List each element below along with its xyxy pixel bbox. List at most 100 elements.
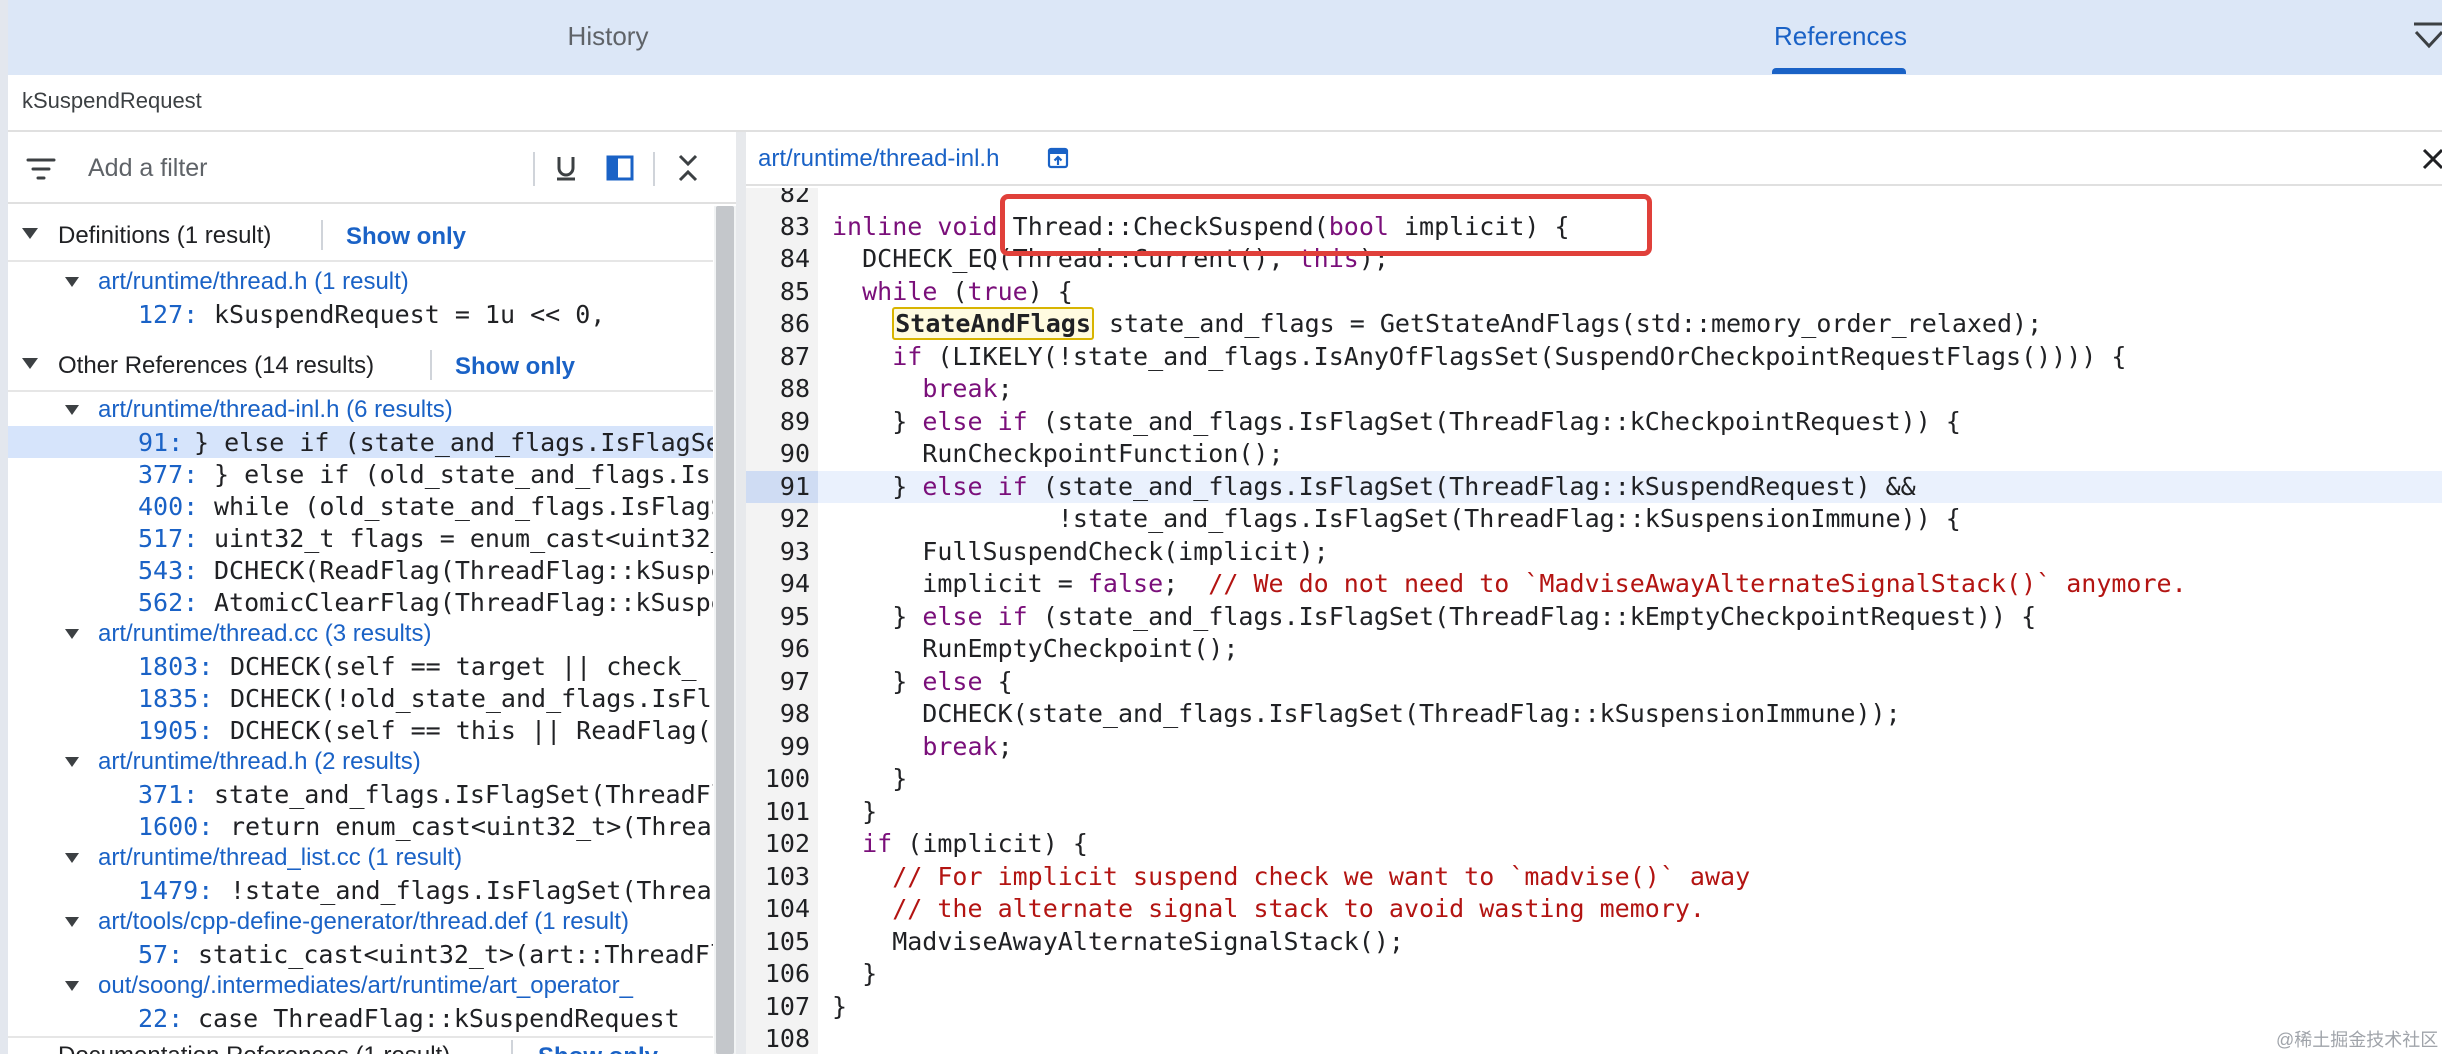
line-number[interactable]: 92 — [746, 503, 810, 536]
reference-row[interactable]: 1479: !state_and_flags.IsFlagSet(ThreadF… — [8, 874, 713, 906]
line-number[interactable]: 85 — [746, 276, 810, 309]
line-number[interactable]: 96 — [746, 633, 810, 666]
line-number[interactable]: 102 — [746, 828, 810, 861]
reference-row[interactable]: 543: DCHECK(ReadFlag(ThreadFlag::kSuspen… — [8, 554, 713, 586]
result-file[interactable]: art/runtime/thread_list.cc (1 result) — [8, 842, 713, 874]
result-file[interactable]: art/runtime/thread.cc (3 results) — [8, 618, 713, 650]
collapse-all-icon[interactable] — [670, 150, 706, 186]
filter-input[interactable] — [88, 146, 528, 190]
reference-row[interactable]: 400: while (old_state_and_flags.IsFlagSe… — [8, 490, 713, 522]
line-number[interactable]: 97 — [746, 666, 810, 699]
code-line[interactable]: 87 if (LIKELY(!state_and_flags.IsAnyOfFl… — [746, 341, 2442, 374]
line-number[interactable]: 103 — [746, 861, 810, 894]
show-only-button[interactable]: Show only — [455, 353, 575, 381]
show-only-button[interactable]: Show only — [346, 223, 466, 251]
line-number[interactable]: 89 — [746, 406, 810, 439]
line-number[interactable]: 82 — [746, 188, 810, 211]
code-line[interactable]: 96 RunEmptyCheckpoint(); — [746, 633, 2442, 666]
expand-caret-icon[interactable] — [65, 917, 79, 927]
documentation-references-section[interactable]: Documentation References (1 result) Show… — [8, 1038, 713, 1054]
reference-row[interactable]: 22: case ThreadFlag::kSuspendRequest — [8, 1002, 713, 1034]
code-line[interactable]: 107} — [746, 991, 2442, 1024]
reference-row[interactable]: 371: state_and_flags.IsFlagSet(ThreadFla… — [8, 778, 713, 810]
code-line[interactable]: 106 } — [746, 958, 2442, 991]
code-line[interactable]: 99 break; — [746, 731, 2442, 764]
code-line[interactable]: 92 !state_and_flags.IsFlagSet(ThreadFlag… — [746, 503, 2442, 536]
reference-row[interactable]: 57: static_cast<uint32_t>(art::ThreadFla… — [8, 938, 713, 970]
reference-row[interactable]: 1600: return enum_cast<uint32_t>(ThreadF… — [8, 810, 713, 842]
code-line[interactable]: 97 } else { — [746, 666, 2442, 699]
line-number[interactable]: 84 — [746, 243, 810, 276]
definitions-section[interactable]: Definitions (1 result) Show only — [8, 206, 713, 260]
line-number[interactable]: 107 — [746, 991, 810, 1024]
code-line[interactable]: 98 DCHECK(state_and_flags.IsFlagSet(Thre… — [746, 698, 2442, 731]
result-file[interactable]: art/runtime/thread.h (1 result) — [8, 266, 713, 298]
line-number[interactable]: 108 — [746, 1023, 810, 1054]
line-number[interactable]: 93 — [746, 536, 810, 569]
tab-references[interactable]: References — [1238, 0, 2442, 75]
code-line[interactable]: 103 // For implicit suspend check we wan… — [746, 861, 2442, 894]
line-number[interactable]: 83 — [746, 211, 810, 244]
expand-caret-icon[interactable] — [65, 277, 79, 287]
line-number[interactable]: 100 — [746, 763, 810, 796]
expand-caret-icon[interactable] — [22, 358, 38, 369]
reference-row[interactable]: 562: AtomicClearFlag(ThreadFlag::kSuspen… — [8, 586, 713, 618]
code-area[interactable]: 82 83 inline void Thread::CheckSuspend(boo… — [746, 188, 2442, 1054]
code-line[interactable]: 105 MadviseAwayAlternateSignalStack(); — [746, 926, 2442, 959]
code-line-highlighted[interactable]: 91 } else if (state_and_flags.IsFlagSet(… — [746, 470, 2442, 504]
side-panel-icon[interactable] — [602, 150, 638, 186]
code-line[interactable]: 95 } else if (state_and_flags.IsFlagSet(… — [746, 601, 2442, 634]
line-number[interactable]: 90 — [746, 438, 810, 471]
reference-row[interactable]: 377: } else if (old_state_and_flags.IsFl… — [8, 458, 713, 490]
line-number[interactable]: 98 — [746, 698, 810, 731]
line-number[interactable]: 101 — [746, 796, 810, 829]
result-file[interactable]: art/runtime/thread-inl.h (6 results) — [8, 394, 713, 426]
open-in-new-icon[interactable] — [1046, 146, 1070, 170]
expand-caret-icon[interactable] — [22, 228, 38, 239]
code-line[interactable]: 86 StateAndFlags state_and_flags = GetSt… — [746, 307, 2442, 341]
filter-icon[interactable] — [26, 154, 56, 184]
reference-row-selected[interactable]: 91: } else if (state_and_flags.IsFlagSet… — [8, 426, 713, 458]
result-file[interactable]: out/soong/.intermediates/art/runtime/art… — [8, 970, 713, 1002]
line-number[interactable]: 95 — [746, 601, 810, 634]
expand-caret-icon[interactable] — [65, 757, 79, 767]
result-file[interactable]: art/runtime/thread.h (2 results) — [8, 746, 713, 778]
code-line[interactable]: 102 if (implicit) { — [746, 828, 2442, 861]
code-line[interactable]: 94 implicit = false; // We do not need t… — [746, 568, 2442, 601]
chevron-down-icon[interactable] — [2412, 18, 2442, 58]
result-file[interactable]: art/tools/cpp-define-generator/thread.de… — [8, 906, 713, 938]
expand-caret-icon[interactable] — [65, 629, 79, 639]
reference-row[interactable]: 517: uint32_t flags = enum_cast<uint32_t… — [8, 522, 713, 554]
line-number[interactable]: 104 — [746, 893, 810, 926]
line-number[interactable]: 99 — [746, 731, 810, 764]
expand-caret-icon[interactable] — [65, 853, 79, 863]
code-line[interactable]: 108 — [746, 1023, 2442, 1054]
scrollbar-thumb[interactable] — [716, 206, 734, 1054]
code-line[interactable]: 85 while (true) { — [746, 276, 2442, 309]
reference-row[interactable]: 1905: DCHECK(self == this || ReadFlag( — [8, 714, 713, 746]
line-number[interactable]: 106 — [746, 958, 810, 991]
reference-row[interactable]: 127: kSuspendRequest = 1u << 0, — [8, 298, 713, 330]
reference-row[interactable]: 1835: DCHECK(!old_state_and_flags.IsFlag… — [8, 682, 713, 714]
file-path-link[interactable]: art/runtime/thread-inl.h — [758, 145, 999, 173]
line-number[interactable]: 91 — [746, 471, 810, 504]
show-only-button[interactable]: Show only — [538, 1043, 658, 1054]
line-number[interactable]: 94 — [746, 568, 810, 601]
code-line[interactable]: 89 } else if (state_and_flags.IsFlagSet(… — [746, 406, 2442, 439]
line-number[interactable]: 105 — [746, 926, 810, 959]
line-number[interactable]: 86 — [746, 308, 810, 341]
line-number[interactable]: 88 — [746, 373, 810, 406]
expand-caret-icon[interactable] — [65, 405, 79, 415]
underline-icon[interactable] — [548, 150, 584, 186]
code-line[interactable]: 100 } — [746, 763, 2442, 796]
code-line[interactable]: 90 RunCheckpointFunction(); — [746, 438, 2442, 471]
code-line[interactable]: 93 FullSuspendCheck(implicit); — [746, 536, 2442, 569]
expand-caret-icon[interactable] — [65, 981, 79, 991]
other-references-section[interactable]: Other References (14 results) Show only — [8, 336, 713, 390]
code-line[interactable]: 88 break; — [746, 373, 2442, 406]
code-line[interactable]: 101 } — [746, 796, 2442, 829]
line-number[interactable]: 87 — [746, 341, 810, 374]
code-line[interactable]: 104 // the alternate signal stack to avo… — [746, 893, 2442, 926]
reference-row[interactable]: 1803: DCHECK(self == target || check_ — [8, 650, 713, 682]
tab-history[interactable]: History — [8, 0, 1208, 75]
